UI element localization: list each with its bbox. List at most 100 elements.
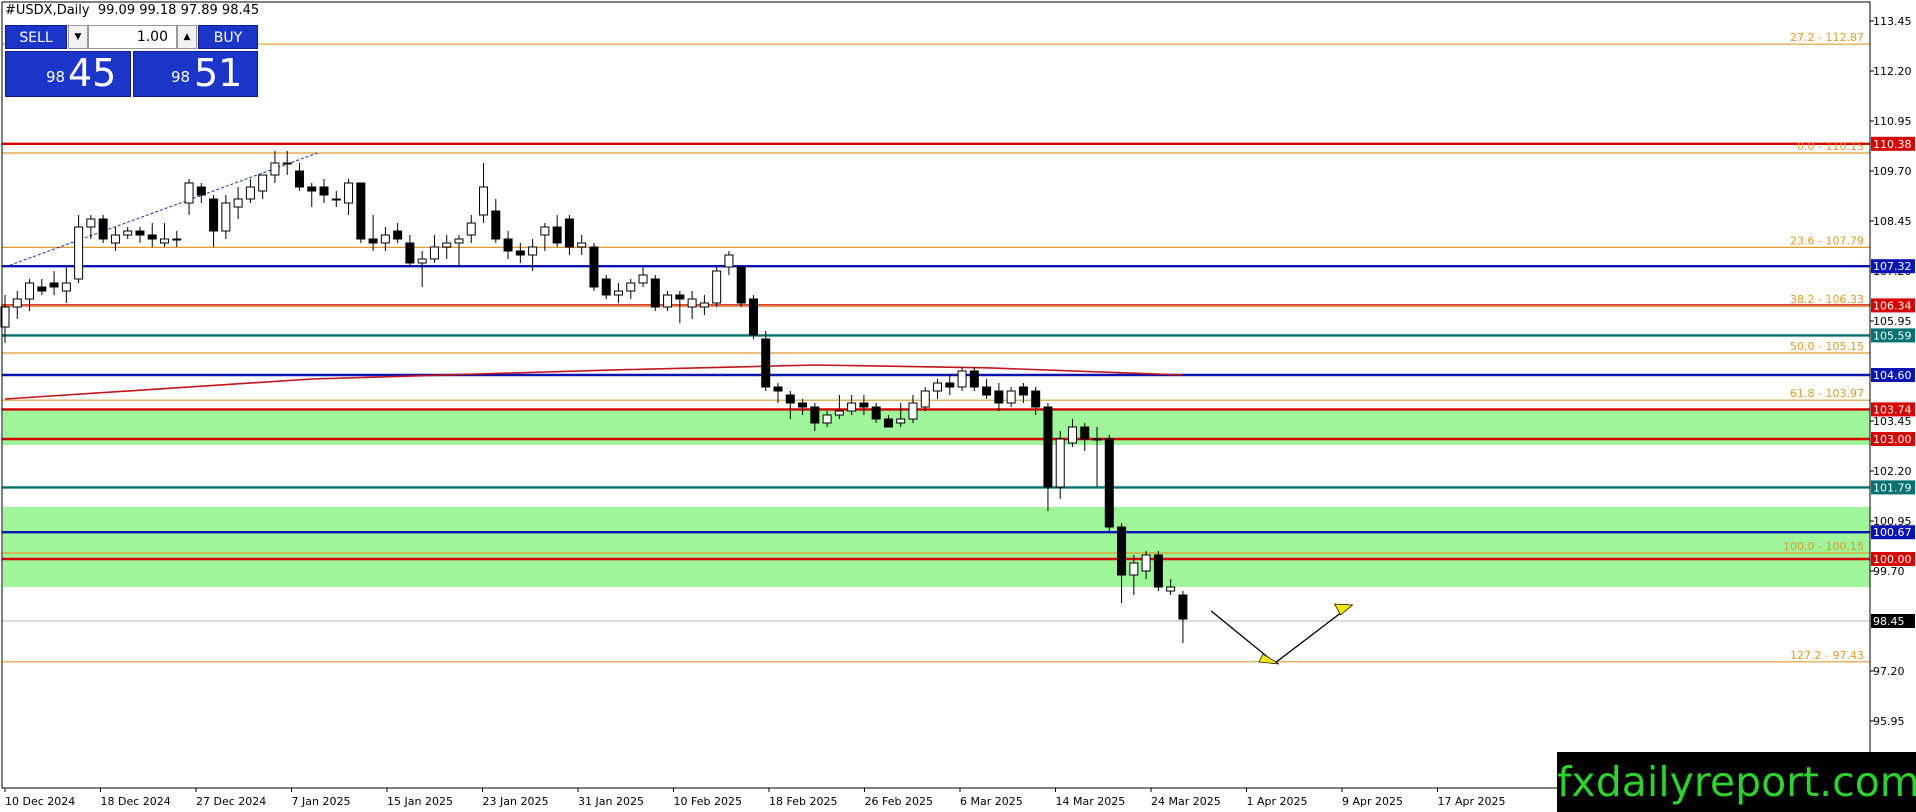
price-tick-label: 102.20 [1873, 465, 1912, 478]
level-price-tag-label: 104.60 [1873, 369, 1912, 382]
level-price-tag-label: 106.34 [1873, 299, 1912, 312]
candle [466, 215, 476, 243]
symbol-name: #USDX,Daily [5, 3, 90, 18]
zones [3, 409, 1870, 587]
candle-body [25, 282, 35, 300]
candle [614, 283, 623, 303]
fib-level-label: 100.0 - 100.15 [1783, 540, 1864, 553]
candle [736, 266, 746, 307]
candle [123, 227, 133, 239]
candle-body [294, 170, 304, 188]
candle-body [331, 198, 341, 201]
level-price-tag-label: 100.67 [1873, 526, 1912, 539]
candle [564, 215, 574, 255]
candle [699, 295, 709, 315]
candle-body [356, 182, 366, 240]
candle [356, 182, 366, 243]
lot-decrease-icon[interactable]: ▼ [68, 25, 88, 49]
time-tick-label: 18 Dec 2024 [101, 795, 171, 808]
bid-price-button[interactable]: 98 45 [5, 51, 131, 97]
candle-body [920, 390, 930, 408]
candle-body [1006, 390, 1016, 404]
lot-increase-icon[interactable]: ▲ [177, 25, 197, 49]
candle-body [834, 410, 844, 416]
candle-body [933, 382, 943, 392]
candle-body [1055, 438, 1065, 488]
time-tick-label: 23 Jan 2025 [483, 795, 549, 808]
buy-button[interactable]: BUY [198, 25, 258, 49]
level-price-tag-label: 110.38 [1873, 138, 1912, 151]
candle-body [589, 246, 599, 288]
candle-body [847, 402, 857, 412]
candle [957, 367, 967, 391]
candle-body [123, 230, 133, 236]
candle-body [172, 238, 182, 241]
candle [160, 223, 170, 247]
candle-body [184, 182, 194, 204]
candle [1080, 423, 1090, 451]
candle [442, 235, 452, 259]
candle-body [552, 226, 562, 244]
fib-level-label: 0.0 - 110.15 [1797, 140, 1864, 153]
candle [1117, 523, 1127, 603]
candle-body [270, 162, 280, 176]
price-chart[interactable]: 27.2 - 112.87 0.0 - 110.15 23.6 - 107.79 38… [0, 0, 1916, 812]
candle [675, 291, 685, 323]
candle [344, 179, 354, 215]
fib-level-label: 23.6 - 107.79 [1790, 234, 1864, 247]
projection-arrow [1210, 603, 1354, 665]
level-price-tag-label: 103.74 [1873, 403, 1912, 416]
candle [1178, 591, 1188, 643]
candle [12, 291, 22, 319]
time-tick-label: 18 Feb 2025 [769, 795, 837, 808]
current-price-tag-label: 98.45 [1873, 615, 1905, 628]
ask-price-pips: 51 [194, 51, 243, 95]
candle-body [969, 370, 979, 388]
candle [1153, 551, 1163, 591]
candle [1006, 387, 1016, 407]
time-tick-label: 31 Jan 2025 [578, 795, 644, 808]
time-tick-label: 6 Mar 2025 [960, 795, 1023, 808]
time-tick-label: 14 Mar 2025 [1056, 795, 1126, 808]
candle [319, 179, 329, 203]
candle [663, 291, 673, 311]
candle-body [74, 226, 84, 280]
projection-arrowhead-up [1333, 603, 1354, 616]
candle-body [650, 278, 660, 308]
candle-body [319, 186, 329, 196]
candle-body [405, 242, 415, 264]
candle [172, 231, 182, 247]
candle-body [245, 186, 255, 200]
price-tick-label: 97.20 [1873, 665, 1905, 678]
candle-body [712, 270, 722, 304]
candle-body [196, 186, 206, 196]
candle-body [221, 202, 231, 232]
candle [37, 279, 47, 295]
moving-average [4, 364, 1183, 400]
candle-body [748, 298, 758, 336]
candle-body [515, 250, 525, 256]
price-tick-label: 109.70 [1873, 165, 1912, 178]
ohlc-values: 99.09 99.18 97.89 98.45 [97, 3, 260, 18]
fib-level-label: 61.8 - 103.97 [1790, 387, 1864, 400]
candle-body [233, 198, 243, 208]
candle-body [393, 230, 403, 240]
time-tick-label: 9 Apr 2025 [1342, 795, 1403, 808]
ask-price-button[interactable]: 98 51 [133, 51, 258, 97]
price-tick-label: 112.20 [1873, 65, 1912, 78]
candle [552, 215, 562, 247]
candle-body [1104, 438, 1114, 528]
fib-level-label: 50.0 - 105.15 [1790, 340, 1864, 353]
candle-body [380, 234, 390, 244]
fib-level-label: 38.2 - 106.33 [1790, 293, 1864, 306]
lot-size-input[interactable]: 1.00 [88, 25, 177, 49]
sell-button[interactable]: SELL [5, 25, 67, 49]
candle-body [1117, 526, 1127, 576]
candle-body [209, 198, 219, 232]
candle-body [908, 402, 918, 420]
candle [1043, 403, 1053, 511]
candle-body [110, 234, 120, 244]
candle [687, 291, 697, 319]
candle-body [883, 418, 893, 428]
candle-body [37, 286, 47, 292]
